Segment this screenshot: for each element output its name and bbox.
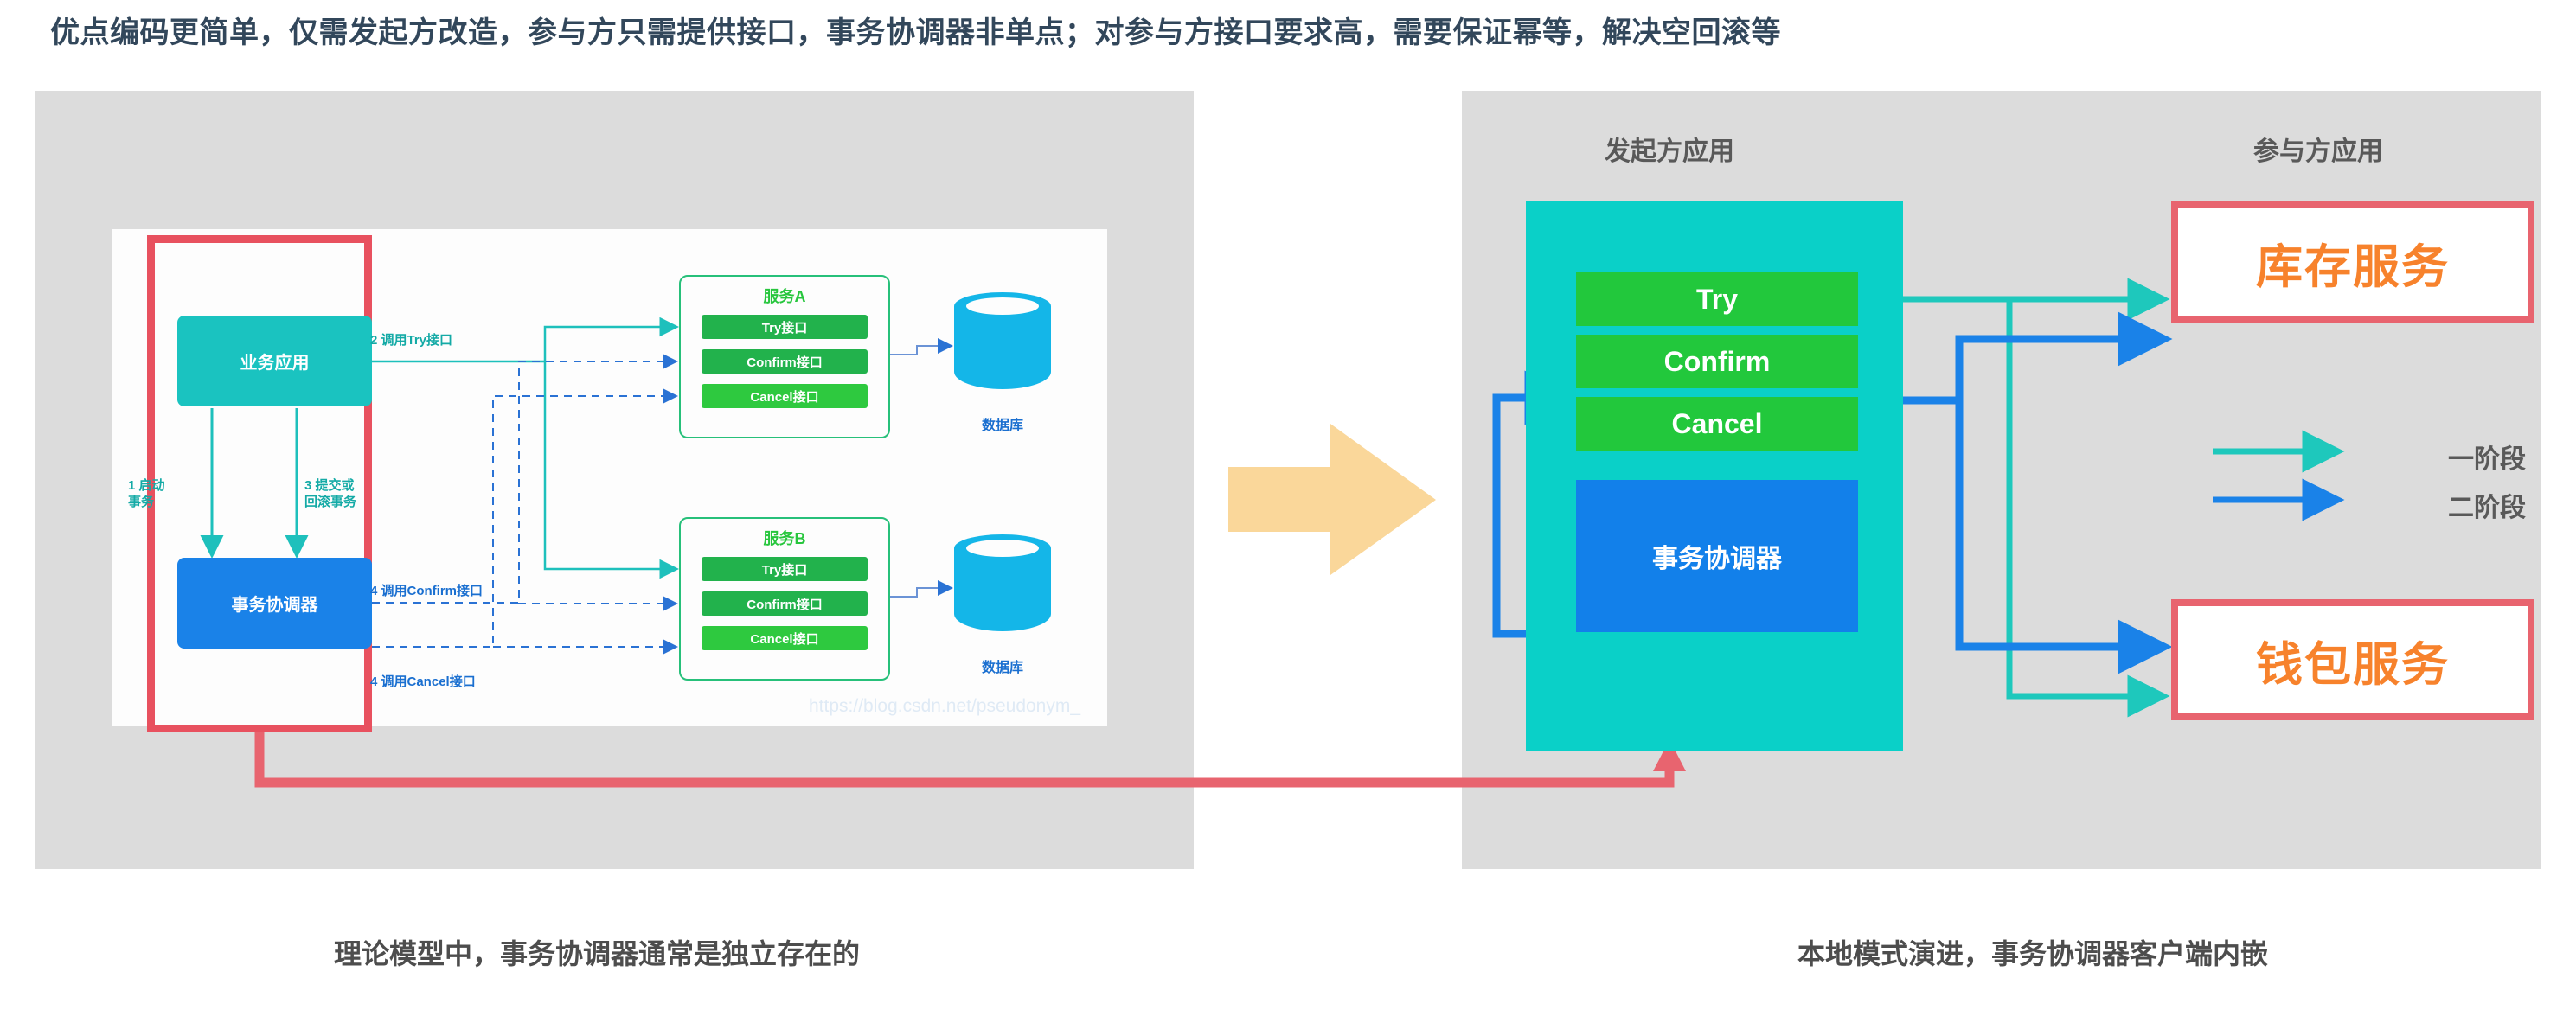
wallet-service-box[interactable]: 钱包服务 [2171, 599, 2534, 720]
watermark-text: https://blog.csdn.net/pseudonym_ [809, 696, 1081, 716]
service-a-try-interface[interactable]: Try接口 [702, 315, 868, 339]
database-a-label: 数据库 [981, 419, 1023, 433]
label-call-cancel: 4 调用Cancel接口 [370, 674, 476, 689]
transition-arrow-icon [1228, 424, 1436, 575]
service-a-title: 服务A [763, 288, 806, 305]
confirm-box[interactable]: Confirm [1576, 335, 1858, 388]
label-start-tx: 1 启动 事务 [128, 478, 165, 509]
database-b-label: 数据库 [981, 661, 1023, 675]
service-a-cancel-interface[interactable]: Cancel接口 [702, 384, 868, 408]
inventory-service-label: 库存服务 [2256, 240, 2450, 293]
legend: 一阶段 二阶段 [2188, 432, 2534, 529]
caption-right: 本地模式演进，事务协调器客户端内嵌 [1797, 938, 2268, 969]
label-commit-rollback: 3 提交或 回滚事务 [304, 478, 357, 509]
service-b-title: 服务B [763, 530, 806, 547]
service-b-confirm-interface[interactable]: Confirm接口 [702, 591, 868, 616]
service-a-card[interactable]: 服务A Try接口 Confirm接口 Cancel接口 [679, 275, 890, 438]
service-b-try-interface[interactable]: Try接口 [702, 557, 868, 581]
service-a-confirm-interface[interactable]: Confirm接口 [702, 349, 868, 374]
legend-label-phase2: 二阶段 [2448, 494, 2526, 522]
participant-app-title: 参与方应用 [2253, 137, 2383, 166]
caption-left: 理论模型中，事务协调器通常是独立存在的 [333, 938, 860, 969]
embedded-coordinator-box[interactable]: 事务协调器 [1576, 480, 1858, 632]
label-call-try: 2 调用Try接口 [370, 333, 453, 348]
try-box[interactable]: Try [1576, 272, 1858, 326]
initiator-app-title: 发起方应用 [1605, 137, 1734, 166]
label-call-confirm: 4 调用Confirm接口 [370, 584, 484, 598]
legend-row-phase2: 二阶段 [2188, 481, 2534, 529]
inventory-service-box[interactable]: 库存服务 [2171, 201, 2534, 323]
service-b-card[interactable]: 服务B Try接口 Confirm接口 Cancel接口 [679, 517, 890, 681]
database-a-icon [954, 292, 1051, 403]
database-b-icon [954, 534, 1051, 645]
cancel-box[interactable]: Cancel [1576, 397, 1858, 451]
transaction-coordinator-box[interactable]: 事务协调器 [177, 558, 372, 649]
business-app-box[interactable]: 业务应用 [177, 316, 372, 406]
service-b-cancel-interface[interactable]: Cancel接口 [702, 626, 868, 650]
legend-label-phase1: 一阶段 [2448, 445, 2526, 474]
page-headline: 优点编码更简单，仅需发起方改造，参与方只需提供接口，事务协调器非单点；对参与方接… [50, 16, 1781, 49]
legend-row-phase1: 一阶段 [2188, 432, 2534, 481]
wallet-service-label: 钱包服务 [2256, 638, 2450, 691]
